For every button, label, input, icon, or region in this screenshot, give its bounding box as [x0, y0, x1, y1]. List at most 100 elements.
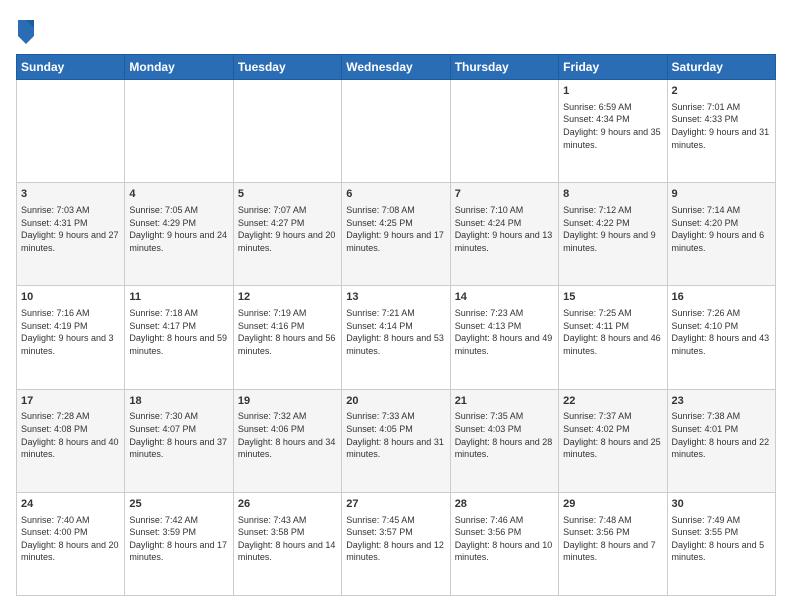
logo-icon	[16, 16, 36, 44]
calendar-day-7: 7 Sunrise: 7:10 AM Sunset: 4:24 PM Daylig…	[450, 183, 558, 286]
calendar-day-22: 22Sunrise: 7:37 AM Sunset: 4:02 PM Dayli…	[559, 389, 667, 492]
day-info: Sunrise: 7:23 AM Sunset: 4:13 PM Dayligh…	[455, 307, 554, 357]
day-number: 10	[21, 290, 120, 305]
day-number: 13	[346, 290, 445, 305]
day-info: Sunrise: 7:37 AM Sunset: 4:02 PM Dayligh…	[563, 410, 662, 460]
day-info: Sunrise: 7:08 AM Sunset: 4:25 PM Dayligh…	[346, 204, 445, 254]
day-info: Sunrise: 7:32 AM Sunset: 4:06 PM Dayligh…	[238, 410, 337, 460]
day-number: 19	[238, 394, 337, 409]
day-info: Sunrise: 7:38 AM Sunset: 4:01 PM Dayligh…	[672, 410, 771, 460]
calendar-day-29: 29 Sunrise: 7:48 AM Sunset: 3:56 PM Dayli…	[559, 492, 667, 595]
day-info: Sunrise: 7:19 AM Sunset: 4:16 PM Dayligh…	[238, 307, 337, 357]
day-info: Sunrise: 7:14 AM Sunset: 4:20 PM Dayligh…	[672, 204, 771, 254]
day-info: Sunrise: 7:01 AM Sunset: 4:33 PM Dayligh…	[672, 101, 771, 151]
day-number: 11	[129, 290, 228, 305]
day-number: 8	[563, 187, 662, 202]
day-number: 15	[563, 290, 662, 305]
calendar-day-3: 3 Sunrise: 7:03 AM Sunset: 4:31 PM Daylig…	[17, 183, 125, 286]
day-number: 24	[21, 497, 120, 512]
calendar-day-5: 5 Sunrise: 7:07 AM Sunset: 4:27 PM Daylig…	[233, 183, 341, 286]
day-number: 20	[346, 394, 445, 409]
calendar-day-23: 23Sunrise: 7:38 AM Sunset: 4:01 PM Dayli…	[667, 389, 775, 492]
day-info: Sunrise: 7:10 AM Sunset: 4:24 PM Dayligh…	[455, 204, 554, 254]
calendar-day-6: 6 Sunrise: 7:08 AM Sunset: 4:25 PM Daylig…	[342, 183, 450, 286]
day-number: 4	[129, 187, 228, 202]
day-info: Sunrise: 7:21 AM Sunset: 4:14 PM Dayligh…	[346, 307, 445, 357]
calendar-day-13: 13 Sunrise: 7:21 AM Sunset: 4:14 PM Dayli…	[342, 286, 450, 389]
day-info: Sunrise: 7:30 AM Sunset: 4:07 PM Dayligh…	[129, 410, 228, 460]
day-info: Sunrise: 7:12 AM Sunset: 4:22 PM Dayligh…	[563, 204, 662, 254]
calendar-day-30: 30Sunrise: 7:49 AM Sunset: 3:55 PM Dayli…	[667, 492, 775, 595]
calendar-day-1: 1 Sunrise: 6:59 AM Sunset: 4:34 PM Daylig…	[559, 80, 667, 183]
day-info: Sunrise: 7:26 AM Sunset: 4:10 PM Dayligh…	[672, 307, 771, 357]
calendar-day-8: 8 Sunrise: 7:12 AM Sunset: 4:22 PM Daylig…	[559, 183, 667, 286]
weekday-header-tuesday: Tuesday	[233, 55, 341, 80]
calendar-day-19: 19Sunrise: 7:32 AM Sunset: 4:06 PM Dayli…	[233, 389, 341, 492]
day-number: 27	[346, 497, 445, 512]
day-number: 1	[563, 84, 662, 99]
weekday-header-friday: Friday	[559, 55, 667, 80]
day-number: 5	[238, 187, 337, 202]
calendar-day-25: 25 Sunrise: 7:42 AM Sunset: 3:59 PM Dayli…	[125, 492, 233, 595]
calendar-week-row: 3 Sunrise: 7:03 AM Sunset: 4:31 PM Daylig…	[17, 183, 776, 286]
day-number: 22	[563, 394, 662, 409]
calendar-day-12: 12 Sunrise: 7:19 AM Sunset: 4:16 PM Dayli…	[233, 286, 341, 389]
day-number: 12	[238, 290, 337, 305]
day-info: Sunrise: 7:35 AM Sunset: 4:03 PM Dayligh…	[455, 410, 554, 460]
weekday-header-saturday: Saturday	[667, 55, 775, 80]
day-info: Sunrise: 7:48 AM Sunset: 3:56 PM Dayligh…	[563, 514, 662, 564]
day-number: 14	[455, 290, 554, 305]
day-number: 16	[672, 290, 771, 305]
day-info: Sunrise: 7:07 AM Sunset: 4:27 PM Dayligh…	[238, 204, 337, 254]
calendar-week-row: 10 Sunrise: 7:16 AM Sunset: 4:19 PM Dayli…	[17, 286, 776, 389]
weekday-header-row: SundayMondayTuesdayWednesdayThursdayFrid…	[17, 55, 776, 80]
day-info: Sunrise: 7:18 AM Sunset: 4:17 PM Dayligh…	[129, 307, 228, 357]
calendar-body: 1 Sunrise: 6:59 AM Sunset: 4:34 PM Daylig…	[17, 80, 776, 596]
day-number: 29	[563, 497, 662, 512]
calendar-day-11: 11 Sunrise: 7:18 AM Sunset: 4:17 PM Dayli…	[125, 286, 233, 389]
day-number: 28	[455, 497, 554, 512]
weekday-header-thursday: Thursday	[450, 55, 558, 80]
day-info: Sunrise: 7:46 AM Sunset: 3:56 PM Dayligh…	[455, 514, 554, 564]
calendar-day-27: 27Sunrise: 7:45 AM Sunset: 3:57 PM Dayli…	[342, 492, 450, 595]
calendar-day-10: 10 Sunrise: 7:16 AM Sunset: 4:19 PM Dayli…	[17, 286, 125, 389]
day-number: 6	[346, 187, 445, 202]
day-number: 21	[455, 394, 554, 409]
day-info: Sunrise: 7:16 AM Sunset: 4:19 PM Dayligh…	[21, 307, 120, 357]
day-info: Sunrise: 7:33 AM Sunset: 4:05 PM Dayligh…	[346, 410, 445, 460]
day-number: 25	[129, 497, 228, 512]
calendar-day-15: 15 Sunrise: 7:25 AM Sunset: 4:11 PM Dayli…	[559, 286, 667, 389]
day-number: 3	[21, 187, 120, 202]
day-info: Sunrise: 7:05 AM Sunset: 4:29 PM Dayligh…	[129, 204, 228, 254]
weekday-header-monday: Monday	[125, 55, 233, 80]
day-info: Sunrise: 6:59 AM Sunset: 4:34 PM Dayligh…	[563, 101, 662, 151]
day-info: Sunrise: 7:42 AM Sunset: 3:59 PM Dayligh…	[129, 514, 228, 564]
day-number: 9	[672, 187, 771, 202]
calendar-empty-cell	[233, 80, 341, 183]
day-info: Sunrise: 7:03 AM Sunset: 4:31 PM Dayligh…	[21, 204, 120, 254]
day-number: 2	[672, 84, 771, 99]
calendar-empty-cell	[342, 80, 450, 183]
calendar-week-row: 1 Sunrise: 6:59 AM Sunset: 4:34 PM Daylig…	[17, 80, 776, 183]
weekday-header-wednesday: Wednesday	[342, 55, 450, 80]
calendar-empty-cell	[450, 80, 558, 183]
day-number: 23	[672, 394, 771, 409]
calendar-week-row: 17Sunrise: 7:28 AM Sunset: 4:08 PM Dayli…	[17, 389, 776, 492]
day-number: 30	[672, 497, 771, 512]
weekday-header-sunday: Sunday	[17, 55, 125, 80]
page: SundayMondayTuesdayWednesdayThursdayFrid…	[0, 0, 792, 612]
calendar-empty-cell	[17, 80, 125, 183]
day-number: 26	[238, 497, 337, 512]
day-number: 17	[21, 394, 120, 409]
day-info: Sunrise: 7:25 AM Sunset: 4:11 PM Dayligh…	[563, 307, 662, 357]
day-number: 7	[455, 187, 554, 202]
day-info: Sunrise: 7:43 AM Sunset: 3:58 PM Dayligh…	[238, 514, 337, 564]
calendar-day-17: 17Sunrise: 7:28 AM Sunset: 4:08 PM Dayli…	[17, 389, 125, 492]
calendar-day-9: 9 Sunrise: 7:14 AM Sunset: 4:20 PM Daylig…	[667, 183, 775, 286]
calendar-header: SundayMondayTuesdayWednesdayThursdayFrid…	[17, 55, 776, 80]
calendar-week-row: 24Sunrise: 7:40 AM Sunset: 4:00 PM Dayli…	[17, 492, 776, 595]
calendar-day-28: 28 Sunrise: 7:46 AM Sunset: 3:56 PM Dayli…	[450, 492, 558, 595]
calendar-day-2: 2 Sunrise: 7:01 AM Sunset: 4:33 PM Daylig…	[667, 80, 775, 183]
day-number: 18	[129, 394, 228, 409]
header	[16, 16, 776, 44]
